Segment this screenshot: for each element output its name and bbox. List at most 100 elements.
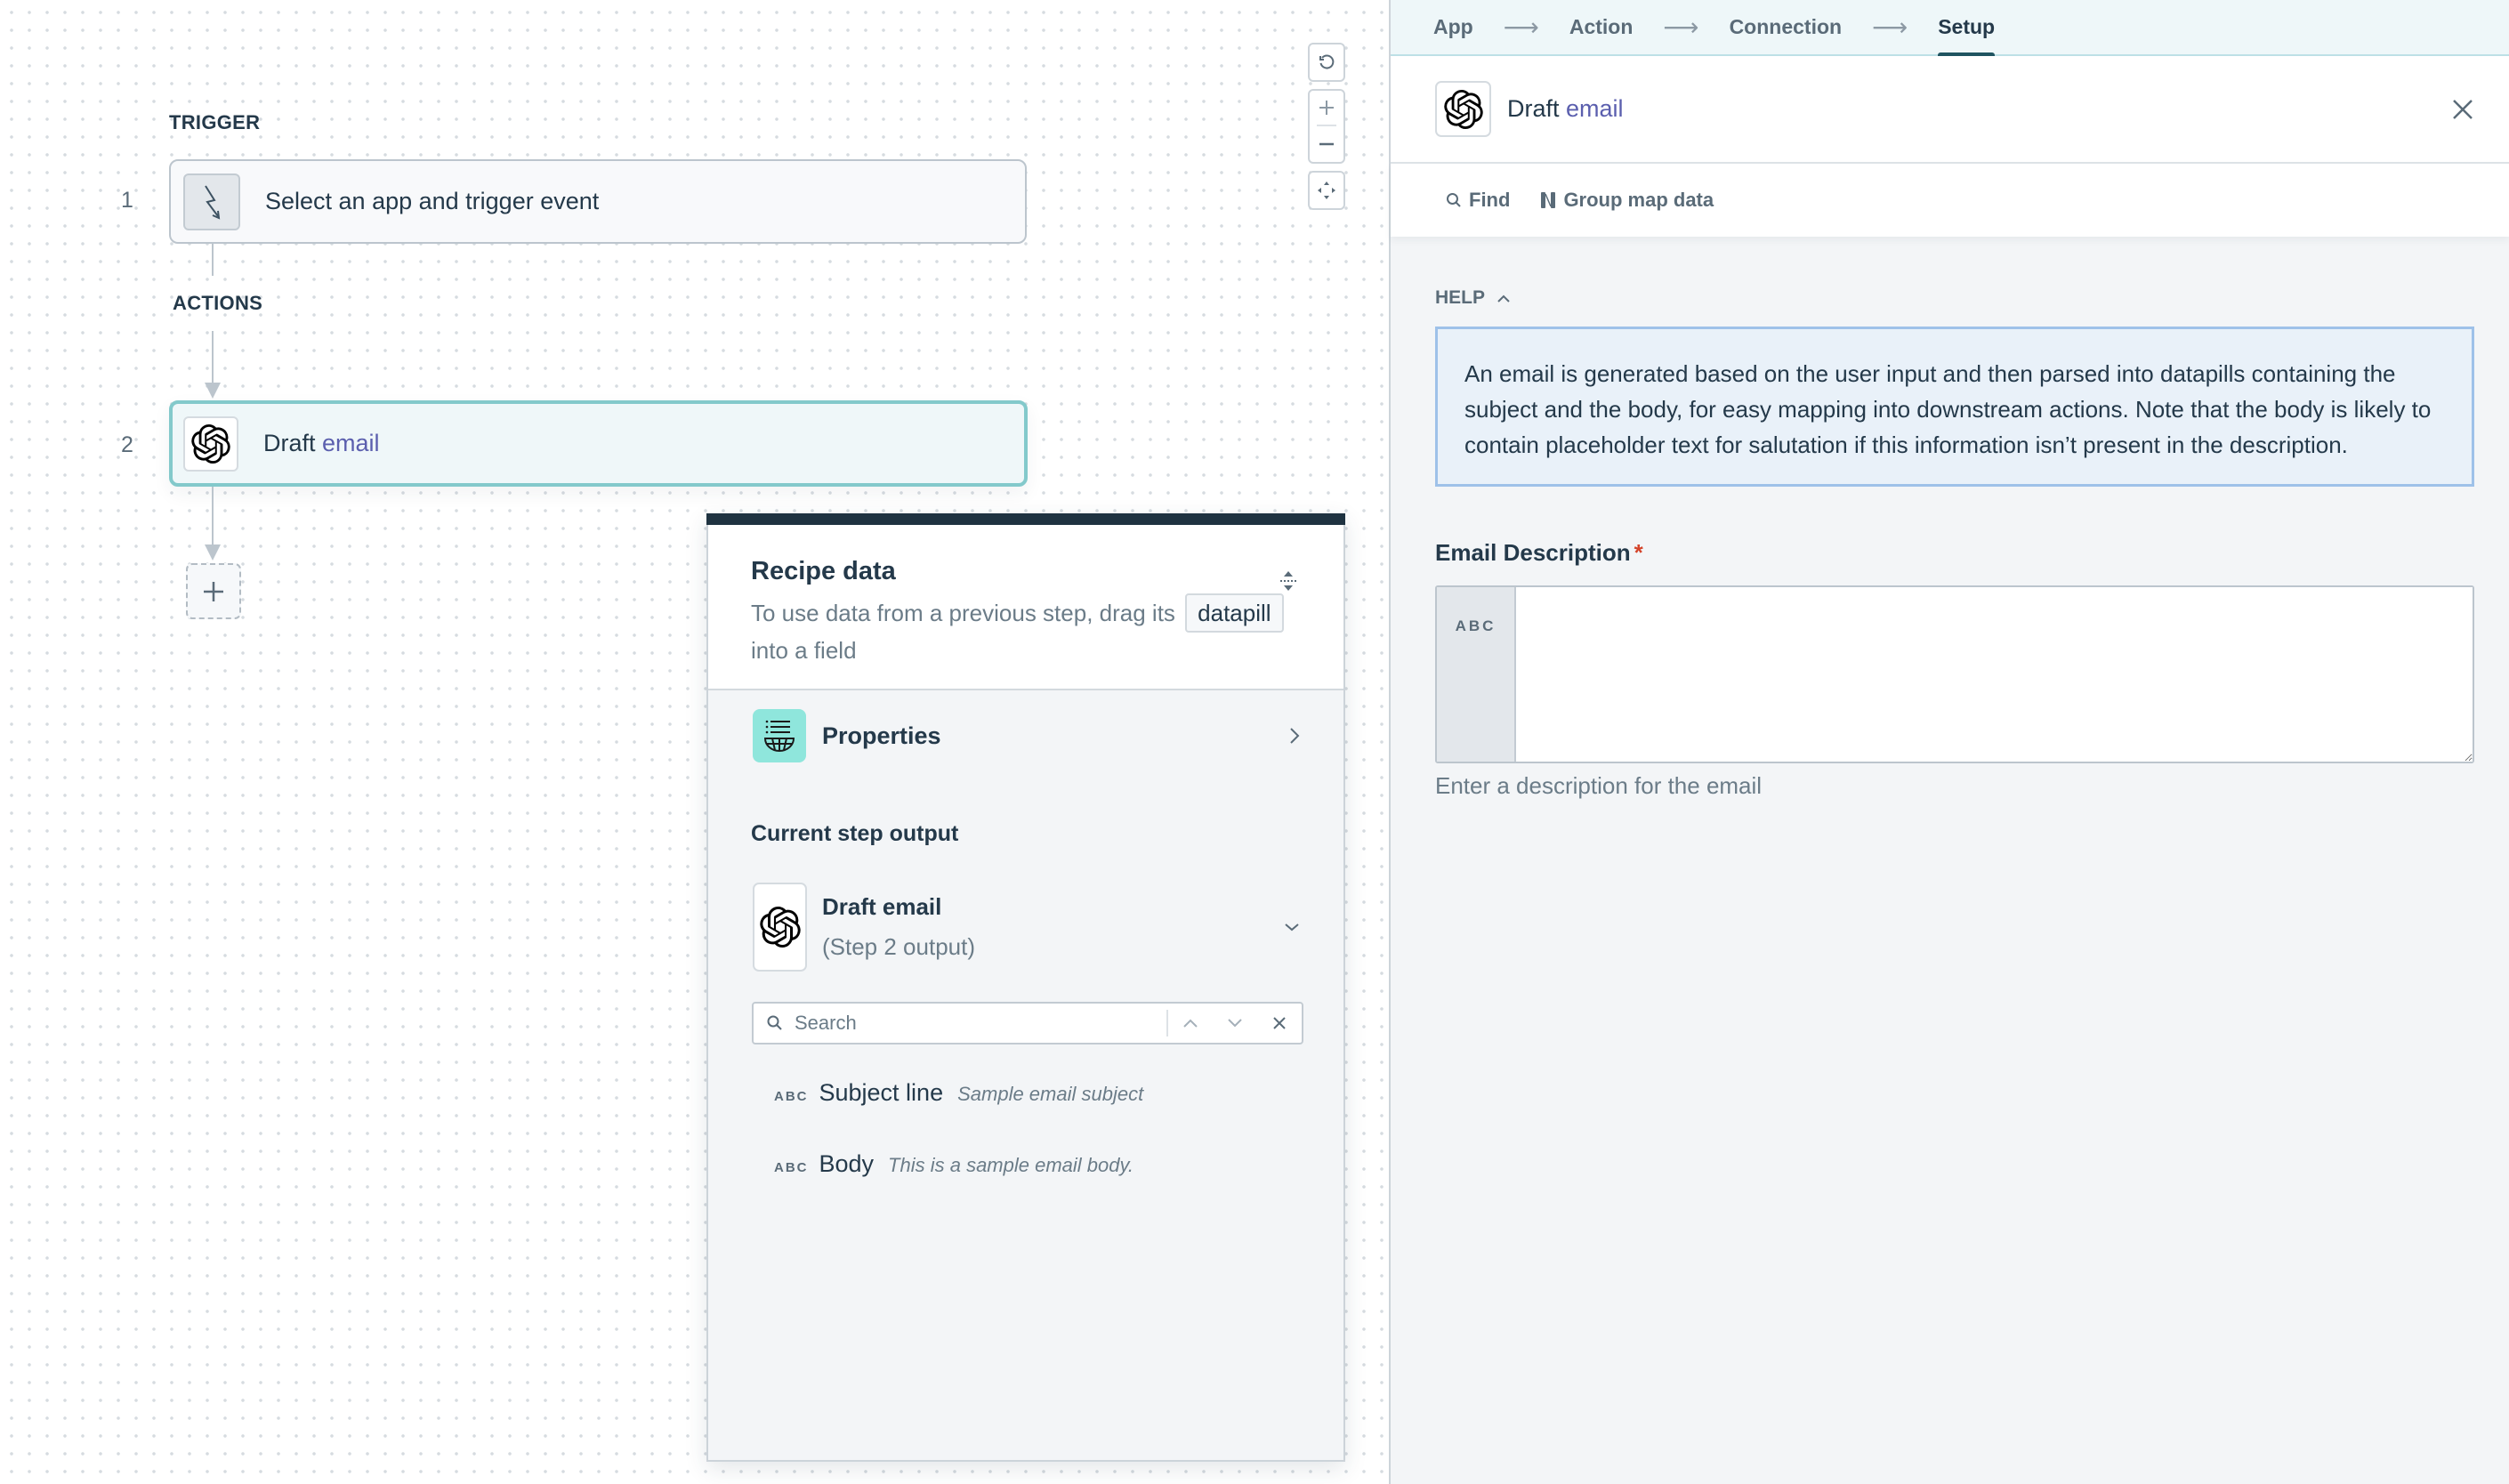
chevron-down-icon [1228, 1019, 1242, 1028]
text-type-badge: ABC [1437, 587, 1516, 762]
step-output-name: Draft email [822, 892, 942, 920]
step-title-accent: email [1566, 95, 1624, 122]
chevron-up-icon [1183, 1019, 1198, 1028]
reset-icon [1319, 54, 1335, 69]
arrow-right-icon: ⟶ [1663, 13, 1699, 41]
search-icon [1447, 193, 1461, 207]
draft-email-step-card[interactable]: Draft email [169, 400, 1028, 487]
step-output-text: Draft email (Step 2 output) [822, 893, 1283, 961]
fit-view-button[interactable] [1308, 171, 1345, 210]
step-number: 1 [121, 188, 133, 213]
connector-line [212, 487, 214, 547]
step-number: 2 [121, 432, 133, 457]
close-icon [2453, 100, 2473, 119]
chevron-up-icon [1497, 294, 1510, 302]
connector-line [212, 331, 214, 384]
tab-setup[interactable]: Setup [1938, 0, 1995, 57]
datapill-subject-line[interactable]: ABC Subject line Sample email subject [774, 1079, 1143, 1107]
close-panel-button[interactable] [2447, 93, 2479, 125]
arrow-right-icon: ⟶ [1872, 13, 1908, 41]
text-type-badge: ABC [774, 1160, 809, 1175]
close-icon [1273, 1017, 1286, 1029]
trigger-section-label: TRIGGER [169, 111, 261, 133]
connector-arrow-icon [205, 383, 221, 399]
fit-view-icon [1318, 181, 1335, 199]
connector-arrow-icon [205, 544, 221, 561]
help-text-box: An email is generated based on the user … [1435, 327, 2474, 487]
step-output-subtitle: (Step 2 output) [822, 932, 975, 960]
tab-action[interactable]: Action [1569, 0, 1634, 55]
trigger-step-card[interactable]: Select an app and trigger event [169, 159, 1027, 244]
step-title-prefix: Draft [1507, 95, 1560, 122]
datapill-search-input[interactable] [795, 1012, 1166, 1035]
zoom-out-icon [1319, 142, 1334, 146]
resize-icon [1280, 571, 1296, 591]
setup-toolbar: Find Group map data [1391, 164, 2509, 237]
datapill-sample-value: This is a sample email body. [888, 1154, 1133, 1176]
properties-label: Properties [822, 722, 941, 749]
trigger-step-text: Select an app and trigger event [265, 188, 600, 214]
search-icon [767, 1015, 782, 1030]
datapill-example: datapill [1185, 593, 1284, 633]
datapill-sample-value: Sample email subject [957, 1083, 1144, 1105]
group-map-icon [1541, 192, 1556, 208]
zoom-in-button[interactable] [1316, 91, 1337, 126]
zoom-out-button[interactable] [1310, 126, 1343, 162]
text-type-badge: ABC [774, 1089, 809, 1104]
openai-icon [753, 882, 807, 972]
recipe-canvas[interactable]: TRIGGER 1 Select an app and trigger even… [0, 0, 1389, 1484]
lightning-icon [183, 173, 240, 230]
reset-view-button[interactable] [1308, 43, 1345, 82]
datapill-body[interactable]: ABC Body This is a sample email body. [774, 1150, 1133, 1178]
group-map-label: Group map data [1563, 189, 1714, 211]
search-previous-button[interactable] [1168, 1004, 1213, 1043]
datapill-search [752, 1002, 1303, 1044]
search-clear-button[interactable] [1257, 1004, 1302, 1043]
tab-connection[interactable]: Connection [1730, 0, 1843, 55]
recipe-data-description: To use data from a previous step, drag i… [751, 593, 1301, 668]
step-text-prefix: Draft [263, 430, 316, 456]
properties-icon [753, 709, 806, 762]
help-label: HELP [1435, 287, 1486, 308]
search-next-button[interactable] [1213, 1004, 1257, 1043]
find-label: Find [1469, 189, 1511, 211]
draft-email-step-text: Draft email [263, 430, 380, 457]
email-description-field: ABC [1435, 585, 2474, 763]
required-marker: * [1634, 539, 1643, 566]
recipe-data-topbar[interactable] [706, 513, 1345, 525]
add-step-button[interactable] [186, 563, 241, 619]
help-toggle[interactable]: HELP [1435, 287, 1512, 309]
actions-section-label: ACTIONS [173, 292, 263, 314]
email-description-hint: Enter a description for the email [1435, 772, 1763, 799]
recipe-data-panel: Recipe data To use data from a previous … [706, 513, 1345, 1462]
connector-line [212, 244, 214, 276]
group-map-data-button[interactable]: Group map data [1540, 189, 1714, 212]
wizard-tabs: App ⟶ Action ⟶ Connection ⟶ Setup [1391, 0, 2509, 57]
properties-row[interactable]: Properties [753, 708, 1301, 763]
datapill-name: Body [819, 1150, 875, 1177]
plus-icon [204, 581, 223, 601]
panel-resize-handle[interactable] [1278, 569, 1299, 597]
arrow-right-icon: ⟶ [1503, 13, 1539, 41]
zoom-in-icon [1319, 101, 1334, 115]
description-prefix: To use data from a previous step, drag i… [751, 600, 1175, 626]
description-suffix: into a field [751, 637, 857, 664]
openai-icon [1435, 81, 1491, 137]
chevron-down-icon[interactable] [1283, 921, 1301, 933]
tab-app[interactable]: App [1433, 0, 1473, 55]
openai-icon [183, 415, 238, 472]
field-label-text: Email Description [1435, 539, 1631, 566]
current-step-output-label: Current step output [751, 821, 959, 846]
email-description-input[interactable] [1516, 587, 2473, 762]
email-description-label: Email Description * [1435, 539, 1643, 567]
recipe-data-title: Recipe data [751, 557, 896, 585]
datapill-name: Subject line [819, 1079, 944, 1106]
find-button[interactable]: Find [1446, 189, 1510, 212]
chevron-right-icon [1290, 728, 1300, 744]
step-header: Draft email [1391, 56, 2509, 164]
step-text-accent: email [322, 430, 380, 456]
zoom-controls [1308, 89, 1345, 164]
step-setup-panel: App ⟶ Action ⟶ Connection ⟶ Setup Draft … [1389, 0, 2509, 1484]
recipe-data-header: Recipe data To use data from a previous … [708, 525, 1343, 690]
step-output-group[interactable]: Draft email (Step 2 output) [753, 882, 1301, 972]
